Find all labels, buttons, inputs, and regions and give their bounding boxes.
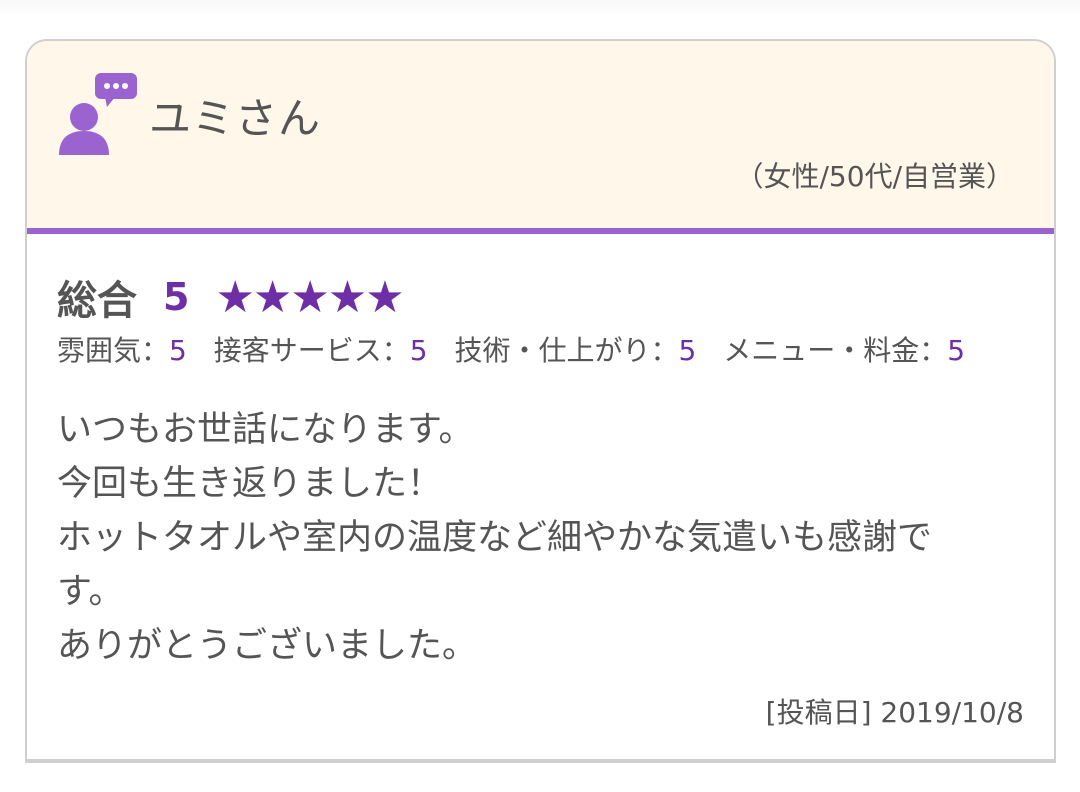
sub-rating-value: 5: [169, 334, 187, 367]
sub-rating-menu-price: メニュー・料金：5: [723, 334, 965, 367]
comment-line: いつもお世話になります。: [57, 410, 474, 450]
sub-rating-technique: 技術・仕上がり：5: [455, 334, 697, 367]
sub-rating-label: 技術・仕上がり：: [454, 334, 679, 367]
card-divider: [27, 759, 1054, 761]
sub-rating-service: 接客サービス：5: [214, 334, 428, 367]
top-strip: [0, 0, 1080, 14]
sub-ratings: 雰囲気：5 接客サービス：5 技術・仕上がり：5 メニュー・料金：5: [57, 329, 983, 369]
sub-rating-value: 5: [678, 334, 697, 367]
sub-rating-label: 雰囲気：: [57, 334, 170, 367]
review-comment: いつもお世話になります。 今回も生き返りました！ ホットタオルや室内の温度など細…: [57, 403, 987, 673]
overall-score: 5: [163, 275, 190, 319]
star-rating-icons: ★★★★★: [215, 271, 404, 323]
review-header: ユミさん （女性/50代/自営業）: [27, 41, 1054, 234]
overall-label: 総合: [57, 278, 137, 324]
sub-rating-label: メニュー・料金：: [723, 334, 948, 367]
comment-line: ありがとうございました。: [57, 626, 478, 666]
sub-rating-label: 接客サービス：: [213, 334, 410, 367]
sub-rating-atmosphere: 雰囲気：5: [57, 334, 187, 367]
comment-line: す。: [57, 572, 124, 612]
comment-line: ホットタオルや室内の温度など細やかな気遣いも感謝で: [57, 518, 933, 558]
overall-rating: 総合 5 ★★★★★: [57, 269, 405, 325]
review-card: ユミさん （女性/50代/自営業） 総合 5 ★★★★★ 雰囲気：5 接客サービ…: [25, 39, 1056, 763]
comment-line: 今回も生き返りました！: [57, 464, 443, 504]
sub-rating-value: 5: [409, 334, 428, 367]
reviewer-profile: （女性/50代/自営業）: [735, 160, 1015, 193]
person-chat-icon: [59, 73, 137, 155]
reviewer-name: ユミさん: [149, 94, 322, 143]
post-date: [投稿日] 2019/10/8: [765, 696, 1024, 729]
sub-rating-value: 5: [947, 334, 966, 367]
